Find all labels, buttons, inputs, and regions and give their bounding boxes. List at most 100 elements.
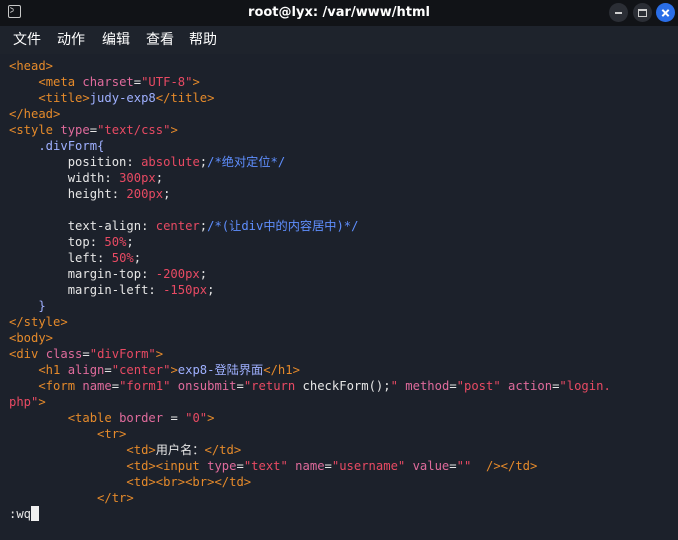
code-line: <tr> — [9, 426, 126, 442]
code-token: "UTF-8" — [141, 75, 193, 89]
command-text: :wq — [9, 507, 32, 521]
code-line: php"> — [9, 394, 46, 410]
code-token: <body> — [9, 331, 54, 345]
code-token: -200px — [155, 267, 200, 281]
code-token: </td> — [500, 459, 538, 473]
code-token: </title> — [155, 91, 215, 105]
menu-bar: 文件 动作 编辑 查看 帮助 — [0, 26, 678, 54]
code-line: margin-left: -150px; — [9, 282, 215, 298]
code-token: > — [170, 123, 178, 137]
code-token: ; — [126, 235, 134, 249]
command-line[interactable]: :wq — [9, 506, 40, 522]
code-token: = — [324, 459, 332, 473]
code-token: "" — [456, 459, 472, 473]
code-token: position: — [9, 155, 142, 169]
code-token: > — [155, 347, 164, 361]
code-token: <td> — [9, 443, 156, 457]
maximize-button[interactable] — [633, 3, 652, 22]
code-token: </tr> — [9, 491, 134, 505]
code-token: onsubmit — [170, 379, 237, 393]
minimize-button[interactable] — [609, 3, 628, 22]
code-token: <tr> — [9, 427, 127, 441]
code-token: 用户名： — [155, 443, 205, 457]
code-token: 50% — [104, 235, 127, 249]
code-token: ; — [207, 283, 215, 297]
code-line: margin-top: -200px; — [9, 266, 207, 282]
code-token: type — [199, 459, 237, 473]
code-token: margin-left: — [9, 283, 164, 297]
code-line: <h1 align="center">exp8-登陆界面</h1> — [9, 362, 300, 378]
code-token: = — [236, 459, 244, 473]
code-token: <head> — [9, 59, 54, 73]
code-token: "form1" — [119, 379, 171, 393]
code-token: class — [38, 347, 83, 361]
code-line: text-align: center;/*(让div中的内容居中)*/ — [9, 218, 359, 234]
code-token: height: — [9, 187, 127, 201]
code-token: = — [449, 459, 457, 473]
code-line: height: 200px; — [9, 186, 171, 202]
code-line: <head> — [9, 58, 53, 74]
code-line: <table border = "0"> — [9, 410, 215, 426]
code-line: </style> — [9, 314, 68, 330]
code-token: 50% — [111, 251, 134, 265]
code-token: text-align: — [9, 219, 156, 233]
terminal-editor[interactable]: :wq <head> <meta charset="UTF-8"> <title… — [0, 56, 678, 540]
code-token: = — [133, 75, 142, 89]
code-token: "0" — [185, 411, 208, 425]
menu-edit[interactable]: 编辑 — [102, 30, 130, 50]
code-token: <td><input — [9, 459, 200, 473]
code-token: judy-exp8 — [89, 91, 156, 105]
code-token: "return — [243, 379, 303, 393]
code-token: meta — [45, 75, 76, 89]
menu-actions[interactable]: 动作 — [57, 30, 85, 50]
window-title: root@lyx: /var/www/html — [248, 5, 430, 20]
code-token: = — [163, 411, 186, 425]
menu-view[interactable]: 查看 — [146, 30, 174, 50]
code-line: <body> — [9, 330, 53, 346]
code-token: border — [111, 411, 164, 425]
code-token: </head> — [9, 107, 61, 121]
code-line: <td><input type="text" name="username" v… — [9, 458, 537, 474]
code-token: /> — [471, 459, 501, 473]
code-token: -150px — [163, 283, 208, 297]
code-token: 200px — [126, 187, 164, 201]
code-token: > — [192, 75, 200, 89]
code-line: </tr> — [9, 490, 134, 506]
code-line: position: absolute;/*绝对定位*/ — [9, 154, 286, 170]
menu-help[interactable]: 帮助 — [189, 30, 217, 50]
code-token: <h1 — [9, 363, 61, 377]
menu-file[interactable]: 文件 — [13, 30, 41, 50]
code-token: "username" — [331, 459, 406, 473]
code-token: = — [236, 379, 244, 393]
code-token: method — [397, 379, 450, 393]
code-token: width: — [9, 171, 120, 185]
code-token: ; — [155, 171, 164, 185]
code-token: checkForm(); — [302, 379, 391, 393]
code-token: center — [155, 219, 200, 233]
code-line: .divForm{ — [9, 138, 104, 154]
code-token: <div — [9, 347, 39, 361]
code-token: > — [38, 395, 46, 409]
code-line: left: 50%; — [9, 250, 141, 266]
code-token: } — [9, 299, 46, 313]
code-token: = — [449, 379, 457, 393]
code-token: absolute — [141, 155, 200, 169]
code-token: > — [170, 363, 178, 377]
code-token: = — [82, 347, 90, 361]
code-line: } — [9, 298, 46, 314]
code-line: <style type="text/css"> — [9, 122, 178, 138]
code-line: <title>judy-exp8</title> — [9, 90, 214, 106]
code-token: action — [500, 379, 553, 393]
code-token: "text" — [243, 459, 288, 473]
code-token: < — [9, 75, 46, 89]
code-token: <table — [9, 411, 112, 425]
code-token: exp8-登陆界面 — [177, 363, 264, 377]
code-token: = — [104, 363, 112, 377]
code-token: "login. — [559, 379, 611, 393]
code-token: "post" — [456, 379, 501, 393]
code-line: <td>用户名：</td> — [9, 442, 241, 458]
close-button[interactable] — [656, 3, 675, 22]
code-token: <style — [9, 123, 54, 137]
text-cursor — [31, 506, 40, 521]
terminal-window: root@lyx: /var/www/html 文件 动作 编辑 查看 帮助 :… — [0, 0, 678, 540]
